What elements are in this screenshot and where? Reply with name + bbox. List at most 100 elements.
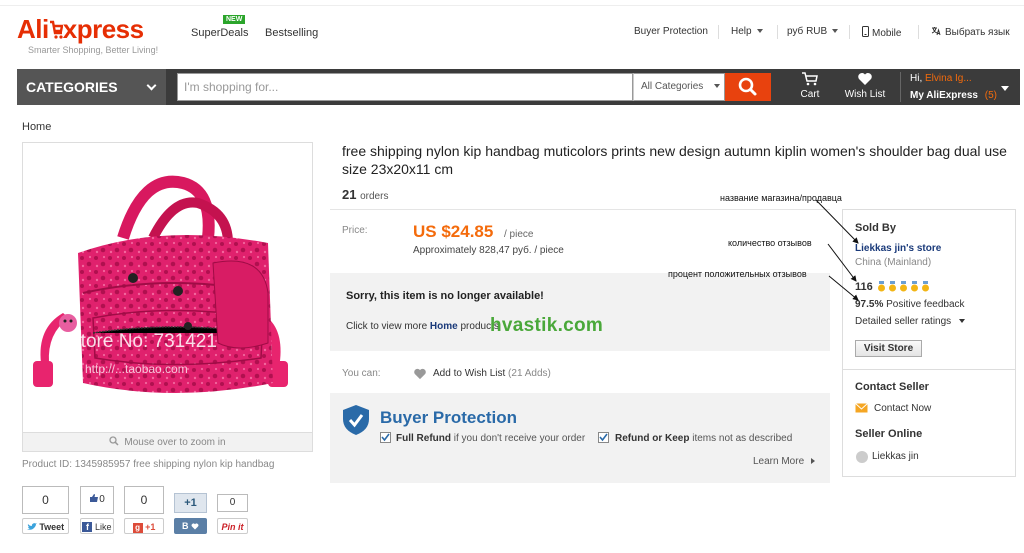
gplus-label: +1 <box>145 522 156 532</box>
nav-help[interactable]: Help <box>731 26 763 37</box>
nav-language[interactable]: Выбрать язык <box>931 26 1010 38</box>
nav-divider <box>777 25 778 39</box>
my-aliexpress-menu[interactable]: My AliExpress (5) <box>910 90 997 101</box>
seller-chat-link[interactable]: Liekkas jin <box>872 451 919 462</box>
medal-icon <box>878 281 885 292</box>
price-label: Price: <box>342 225 368 236</box>
divider <box>843 369 1015 370</box>
tweet-count: 0 <box>22 486 69 514</box>
gplus-count: 0 <box>124 486 164 514</box>
categories-dropdown[interactable]: CATEGORIES <box>17 69 166 105</box>
mobile-label: Mobile <box>872 28 902 39</box>
refund-keep-bold: Refund or Keep <box>615 433 690 444</box>
twitter-icon <box>26 523 37 530</box>
zoom-hint-text: Mouse over to zoom in <box>124 437 226 448</box>
zoom-hint: Mouse over to zoom in <box>22 432 313 452</box>
orders-count: 21 orders <box>342 187 388 202</box>
vk-icon: B <box>181 521 189 531</box>
learn-more-label: Learn More <box>753 456 805 467</box>
detailed-ratings-toggle[interactable]: Detailed seller ratings <box>855 316 965 327</box>
user-greeting[interactable]: Hi, Elvina Ig... <box>910 73 972 84</box>
currency-label: руб RUB <box>787 26 828 37</box>
chevron-down-icon <box>756 29 763 34</box>
search-icon <box>738 77 757 96</box>
nav-divider <box>918 25 919 39</box>
mobile-phone-icon <box>862 26 869 37</box>
top-strip <box>0 0 1024 6</box>
facebook-icon: f <box>82 522 93 532</box>
nav-mobile[interactable]: Mobile <box>862 26 901 39</box>
tweet-button[interactable]: Tweet <box>22 518 69 534</box>
status-offline-icon <box>856 451 868 463</box>
fb-like-button[interactable]: f Like <box>80 518 114 534</box>
unavailable-title: Sorry, this item is no longer available! <box>346 290 544 302</box>
search-button[interactable] <box>725 73 771 101</box>
seller-online-heading: Seller Online <box>855 428 923 440</box>
orders-number: 21 <box>342 187 357 202</box>
divider <box>900 72 901 102</box>
fb-count: 0 <box>99 494 105 505</box>
unavailable-prefix: Click to view more <box>346 321 428 332</box>
heart-icon[interactable] <box>413 368 427 383</box>
language-label: Выбрать язык <box>945 27 1010 38</box>
language-icon <box>931 27 941 36</box>
medal-icon <box>889 281 896 292</box>
cart-button[interactable]: Cart <box>797 72 823 100</box>
greeting-text: Hi, <box>910 73 923 84</box>
pinit-button[interactable]: Pin it <box>217 518 248 534</box>
gplus-button[interactable]: g +1 <box>124 518 164 534</box>
logo-tagline: Smarter Shopping, Better Living! <box>28 45 159 55</box>
divider <box>330 209 830 210</box>
contact-now-link[interactable]: Contact Now <box>874 403 931 414</box>
handbag-image: Store No: 731421 http://...taobao.com <box>33 175 288 393</box>
add-to-wishlist-link[interactable]: Add to Wish List (21 Adds) <box>433 368 551 379</box>
logo-ali-text: Ali <box>17 14 49 44</box>
chevron-down-icon <box>146 80 157 91</box>
positive-feedback: 97.5% Positive feedback <box>855 299 965 310</box>
wishlist-button[interactable]: Wish List <box>840 72 890 100</box>
nav-currency[interactable]: руб RUB <box>787 26 839 37</box>
unavailable-notice <box>330 273 830 351</box>
heart-icon <box>858 73 872 85</box>
detailed-ratings-label: Detailed seller ratings <box>855 316 952 327</box>
nav-buyer-protection[interactable]: Buyer Protection <box>634 26 708 37</box>
contact-seller-heading: Contact Seller <box>855 381 929 393</box>
image-url-watermark: http://...taobao.com <box>85 362 188 376</box>
product-id: Product ID: 1345985957 free shipping nyl… <box>22 459 275 470</box>
chevron-down-icon <box>832 29 839 34</box>
feedback-count[interactable]: 116 <box>855 281 873 293</box>
vk-button[interactable]: B <box>174 518 207 534</box>
medal-icon <box>900 281 907 292</box>
medal-icon <box>922 281 929 292</box>
chevron-down-icon[interactable] <box>1001 86 1009 91</box>
product-image[interactable]: Store No: 731421 http://...taobao.com <box>22 142 313 452</box>
shield-icon <box>342 404 370 439</box>
search-category-select[interactable]: All Categories <box>633 73 725 101</box>
breadcrumb-home[interactable]: Home <box>22 121 51 133</box>
checkbox-icon <box>598 432 609 446</box>
cart-label: Cart <box>800 89 820 100</box>
heart-icon <box>191 523 199 530</box>
home-products-link[interactable]: Home <box>430 321 458 332</box>
categories-label: CATEGORIES <box>26 79 118 95</box>
magnifier-icon <box>109 436 119 446</box>
sold-by-heading: Sold By <box>855 222 896 234</box>
search-input[interactable]: I'm shopping for... <box>177 73 633 101</box>
learn-more-link[interactable]: Learn More <box>753 456 815 467</box>
fb-like-label: Like <box>95 522 112 532</box>
nav-divider <box>718 25 719 39</box>
nav-bestselling[interactable]: Bestselling <box>265 27 318 39</box>
image-store-watermark: Store No: 731421 <box>68 331 217 352</box>
logo-cart-icon <box>49 20 63 39</box>
visit-store-button[interactable]: Visit Store <box>855 340 922 357</box>
new-badge: NEW <box>223 15 246 24</box>
chevron-down-icon <box>714 84 721 89</box>
unavailable-subtext: Click to view more Home products <box>346 321 499 332</box>
store-name-link[interactable]: Liekkas jin's store <box>855 243 941 254</box>
my-aliexpress-label: My AliExpress <box>910 90 978 101</box>
aliexpress-logo[interactable]: Ali xpress <box>17 14 144 45</box>
nav-superdeals[interactable]: SuperDeals <box>191 27 248 39</box>
wishlist-adds: (21 Adds) <box>508 368 551 379</box>
you-can-label: You can: <box>342 368 381 379</box>
cart-icon <box>802 72 818 86</box>
